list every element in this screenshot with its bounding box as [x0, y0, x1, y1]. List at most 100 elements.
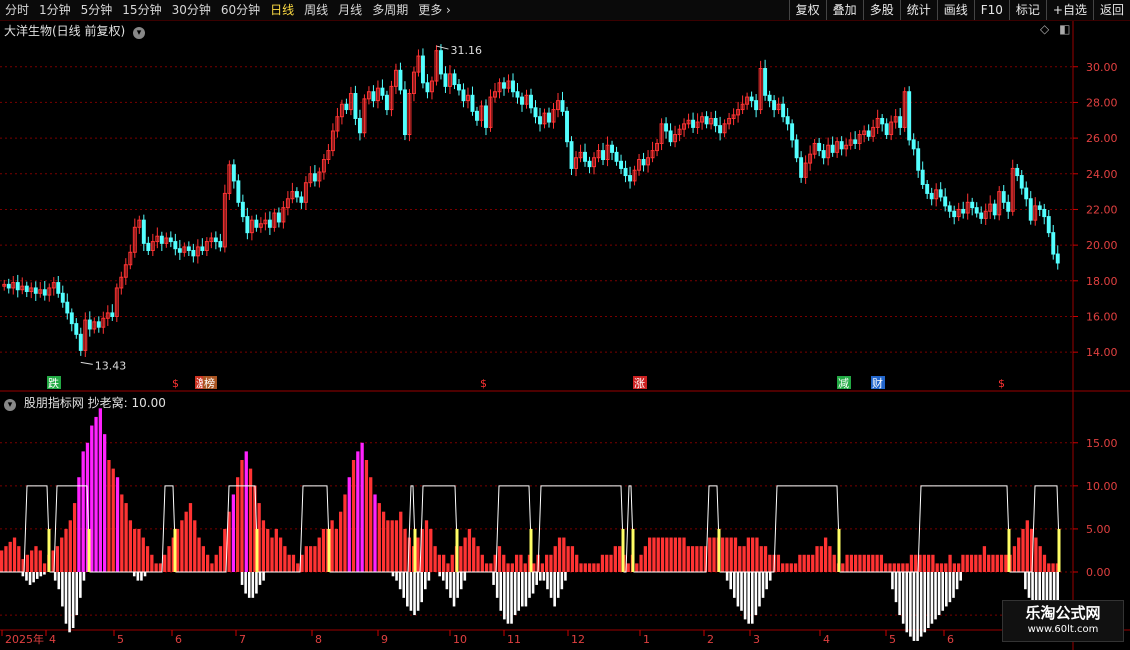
indicator-neg-bar [391, 572, 395, 577]
indicator-bar [858, 554, 862, 572]
candle-body [772, 100, 777, 111]
indicator-neg-bar [955, 572, 959, 590]
indicator-bar [742, 546, 746, 572]
indicator-neg-bar [898, 572, 901, 616]
x-tick-label: 5 [117, 633, 124, 646]
indicator-bar [643, 546, 648, 572]
indicator-bar [738, 546, 742, 572]
indicator-bar [278, 537, 283, 572]
indicator-bar [639, 554, 643, 572]
indicator-bar [605, 554, 609, 572]
indicator-neg-bar [948, 572, 952, 603]
indicator-neg-bar [891, 572, 894, 590]
indicator-bar [266, 528, 270, 572]
indicator-bar [682, 537, 686, 572]
indicator-bar [849, 554, 854, 572]
indicator-neg-bar [549, 572, 553, 598]
candle-body [191, 249, 196, 257]
indicator-bar [686, 546, 690, 572]
indicator-neg-bar [398, 572, 402, 590]
indicator-bar [600, 554, 605, 572]
candle-body [916, 148, 921, 171]
candle-body [461, 89, 466, 102]
indicator-bar [98, 408, 102, 572]
indicator-bar [484, 563, 489, 572]
indicator-bar [617, 546, 622, 572]
indicator-neg-bar [901, 572, 905, 624]
indicator-bar [1025, 520, 1029, 572]
candle-body [583, 151, 587, 162]
main-y-tick-label: 26.00 [1086, 132, 1118, 145]
indicator-bar [519, 554, 523, 572]
indicator-bar [437, 554, 442, 572]
indicator-neg-bar [930, 572, 934, 624]
indicator-bar [321, 528, 326, 572]
indicator-bar [291, 554, 296, 572]
candle-body [511, 80, 515, 93]
indicator-neg-bar [459, 572, 463, 590]
indicator-bar [446, 563, 450, 572]
indicator-bar [120, 494, 124, 572]
event-tag: $ [998, 377, 1005, 390]
indicator-bar [4, 546, 8, 572]
indicator-bar [381, 511, 386, 572]
x-tick-label: 5 [889, 633, 896, 646]
indicator-neg-bar [535, 572, 538, 585]
indicator-bar [811, 554, 815, 572]
indicator-neg-bar [733, 572, 736, 598]
diamond-icon[interactable]: ◇ [1040, 22, 1049, 36]
indicator-neg-bar [919, 572, 923, 637]
candle-body [767, 94, 772, 102]
indicator-bar [1047, 563, 1051, 572]
candle-body [565, 110, 569, 143]
indicator-bar [549, 554, 553, 572]
candle-body [866, 130, 871, 137]
candle-body [560, 100, 565, 112]
indicator-neg-bar [564, 572, 567, 581]
candle-body [69, 312, 74, 325]
indicator-bar [201, 546, 205, 572]
indicator-bar [690, 546, 695, 572]
indicator-neg-bar [765, 572, 768, 590]
candle-body [452, 73, 457, 86]
indicator-bar [287, 554, 291, 572]
indicator-neg-bar [909, 572, 912, 637]
indicator-bar [308, 546, 313, 572]
indicator-bar [510, 563, 514, 572]
candle-body [357, 117, 362, 134]
candle-body [240, 201, 245, 218]
candle-body [78, 333, 83, 351]
indicator-neg-bar [427, 572, 431, 581]
indicator-bar [128, 520, 133, 572]
indicator-bar [416, 537, 420, 572]
candle-body [398, 69, 403, 91]
main-panel-title: 大洋生物(日线 前复权) ▾ [4, 22, 146, 39]
indicator-bar [133, 528, 137, 572]
x-tick-label: 12 [571, 633, 585, 646]
indicator-bar [815, 546, 819, 572]
indicator-neg-bar [136, 572, 140, 581]
stock-title: 大洋生物(日线 前复权) [4, 24, 126, 38]
indicator-bar [0, 550, 4, 572]
indicator-bar [871, 554, 875, 572]
indicator-bar [8, 541, 12, 572]
indicator-dropdown-icon[interactable]: ▾ [4, 399, 16, 411]
candle-body [947, 205, 952, 212]
dropdown-icon[interactable]: ▾ [133, 27, 146, 39]
indicator-bar [77, 477, 81, 572]
indicator-bar [210, 563, 214, 572]
indicator-bar [652, 537, 656, 572]
candle-body [749, 96, 754, 102]
candle-body [1042, 208, 1047, 218]
indicator-neg-bar [68, 572, 71, 633]
indicator-neg-bar [441, 572, 445, 581]
candle-body [141, 219, 146, 244]
indicator-neg-bar [510, 572, 513, 624]
indicator-bar [150, 554, 154, 572]
indicator-neg-bar [952, 572, 955, 598]
candle-body [353, 93, 358, 119]
indicator-bar [351, 460, 356, 572]
indicator-bar [467, 528, 472, 572]
candle-body [1037, 205, 1042, 210]
window-icon[interactable]: ◧ [1059, 22, 1070, 36]
